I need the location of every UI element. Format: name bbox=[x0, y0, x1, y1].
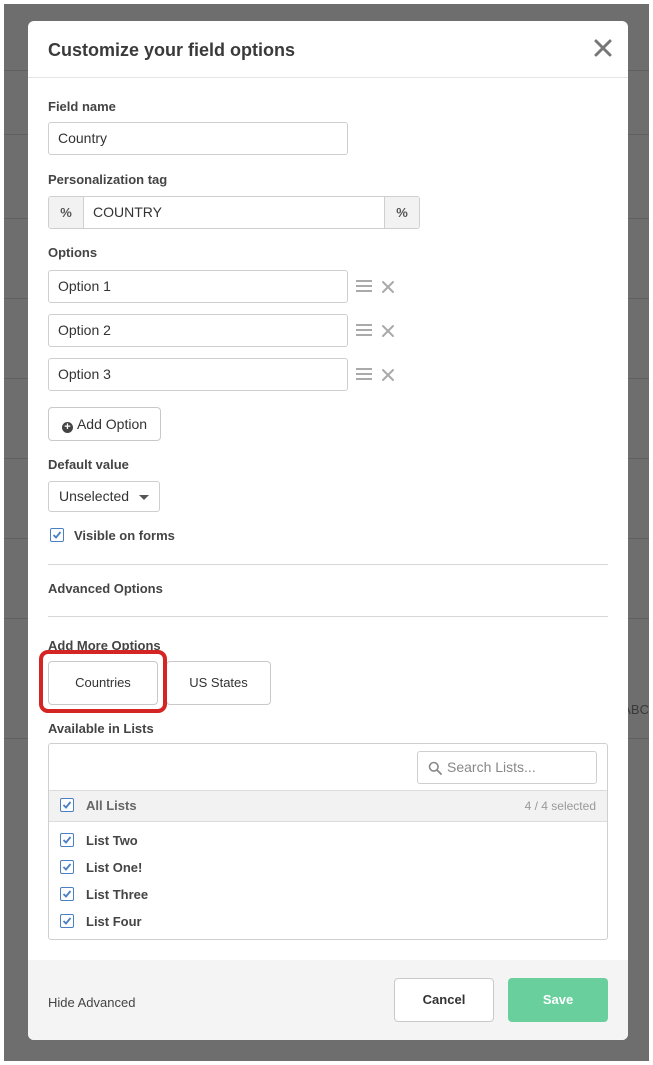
personalization-tag-label: Personalization tag bbox=[48, 172, 168, 187]
checkmark-icon bbox=[62, 801, 72, 809]
checkmark-icon bbox=[62, 917, 72, 925]
tag-prefix: % bbox=[49, 197, 84, 228]
list-checkbox[interactable] bbox=[60, 860, 74, 874]
checkmark-icon bbox=[62, 890, 72, 898]
remove-option-icon[interactable] bbox=[380, 279, 396, 295]
list-item-label: List Two bbox=[86, 833, 138, 848]
list-checkbox[interactable] bbox=[60, 833, 74, 847]
default-value-selected: Unselected bbox=[59, 488, 130, 504]
personalization-tag-input[interactable]: COUNTRY bbox=[84, 197, 384, 228]
option-controls bbox=[356, 277, 402, 297]
checkmark-icon bbox=[62, 863, 72, 871]
lists-panel: Search Lists... All Lists 4 / 4 selected… bbox=[48, 743, 608, 940]
option-input[interactable]: Option 3 bbox=[48, 358, 348, 391]
all-lists-label: All Lists bbox=[86, 798, 137, 813]
search-lists-placeholder: Search Lists... bbox=[447, 759, 536, 775]
divider bbox=[48, 564, 608, 565]
default-value-select[interactable]: Unselected bbox=[48, 481, 160, 512]
drag-handle-icon[interactable] bbox=[356, 324, 372, 338]
tag-suffix: % bbox=[384, 197, 419, 228]
add-option-button[interactable]: + Add Option bbox=[48, 407, 161, 441]
option-controls bbox=[356, 321, 402, 341]
remove-option-icon[interactable] bbox=[380, 323, 396, 339]
checkmark-icon bbox=[52, 531, 62, 539]
list-item-label: List Three bbox=[86, 887, 149, 902]
available-in-lists-label: Available in Lists bbox=[48, 721, 154, 736]
drag-handle-icon[interactable] bbox=[356, 368, 372, 382]
modal-header: Customize your field options bbox=[28, 21, 628, 78]
option-controls bbox=[356, 365, 402, 385]
cancel-button[interactable]: Cancel bbox=[394, 978, 494, 1022]
modal-footer: Hide Advanced Cancel Save bbox=[28, 960, 628, 1040]
visible-on-forms-label: Visible on forms bbox=[74, 528, 175, 543]
checkmark-icon bbox=[62, 836, 72, 844]
visible-on-forms-checkbox[interactable] bbox=[50, 528, 64, 542]
add-option-label: Add Option bbox=[76, 416, 148, 432]
all-lists-checkbox[interactable] bbox=[60, 798, 74, 812]
option-input[interactable]: Option 2 bbox=[48, 314, 348, 347]
annotation-highlight bbox=[39, 650, 167, 713]
customize-field-modal: Customize your field options Field name … bbox=[28, 21, 628, 1040]
search-lists-input[interactable]: Search Lists... bbox=[417, 751, 597, 784]
list-checkbox[interactable] bbox=[60, 914, 74, 928]
save-button[interactable]: Save bbox=[508, 978, 608, 1022]
list-checkbox[interactable] bbox=[60, 887, 74, 901]
divider bbox=[48, 616, 608, 617]
list-item-label: List One! bbox=[86, 860, 143, 875]
caret-down-icon bbox=[139, 495, 149, 500]
default-value-label: Default value bbox=[48, 457, 129, 472]
modal-title: Customize your field options bbox=[48, 40, 296, 60]
selected-count: 4 / 4 selected bbox=[524, 799, 596, 813]
close-icon[interactable] bbox=[592, 37, 614, 59]
drag-handle-icon[interactable] bbox=[356, 280, 372, 294]
option-input[interactable]: Option 1 bbox=[48, 270, 348, 303]
field-name-label: Field name bbox=[48, 99, 116, 114]
plus-circle-icon: + bbox=[61, 422, 73, 433]
search-icon bbox=[428, 761, 442, 775]
remove-option-icon[interactable] bbox=[380, 367, 396, 383]
list-item-label: List Four bbox=[86, 914, 142, 929]
field-name-input[interactable]: Country bbox=[48, 122, 348, 155]
hide-advanced-link[interactable]: Hide Advanced bbox=[48, 995, 135, 1010]
options-label: Options bbox=[48, 245, 98, 260]
us-states-button[interactable]: US States bbox=[166, 661, 271, 705]
advanced-options-toggle[interactable]: Advanced Options bbox=[48, 581, 163, 596]
personalization-tag-field: % COUNTRY % bbox=[48, 196, 420, 229]
all-lists-row: All Lists 4 / 4 selected bbox=[49, 790, 607, 822]
